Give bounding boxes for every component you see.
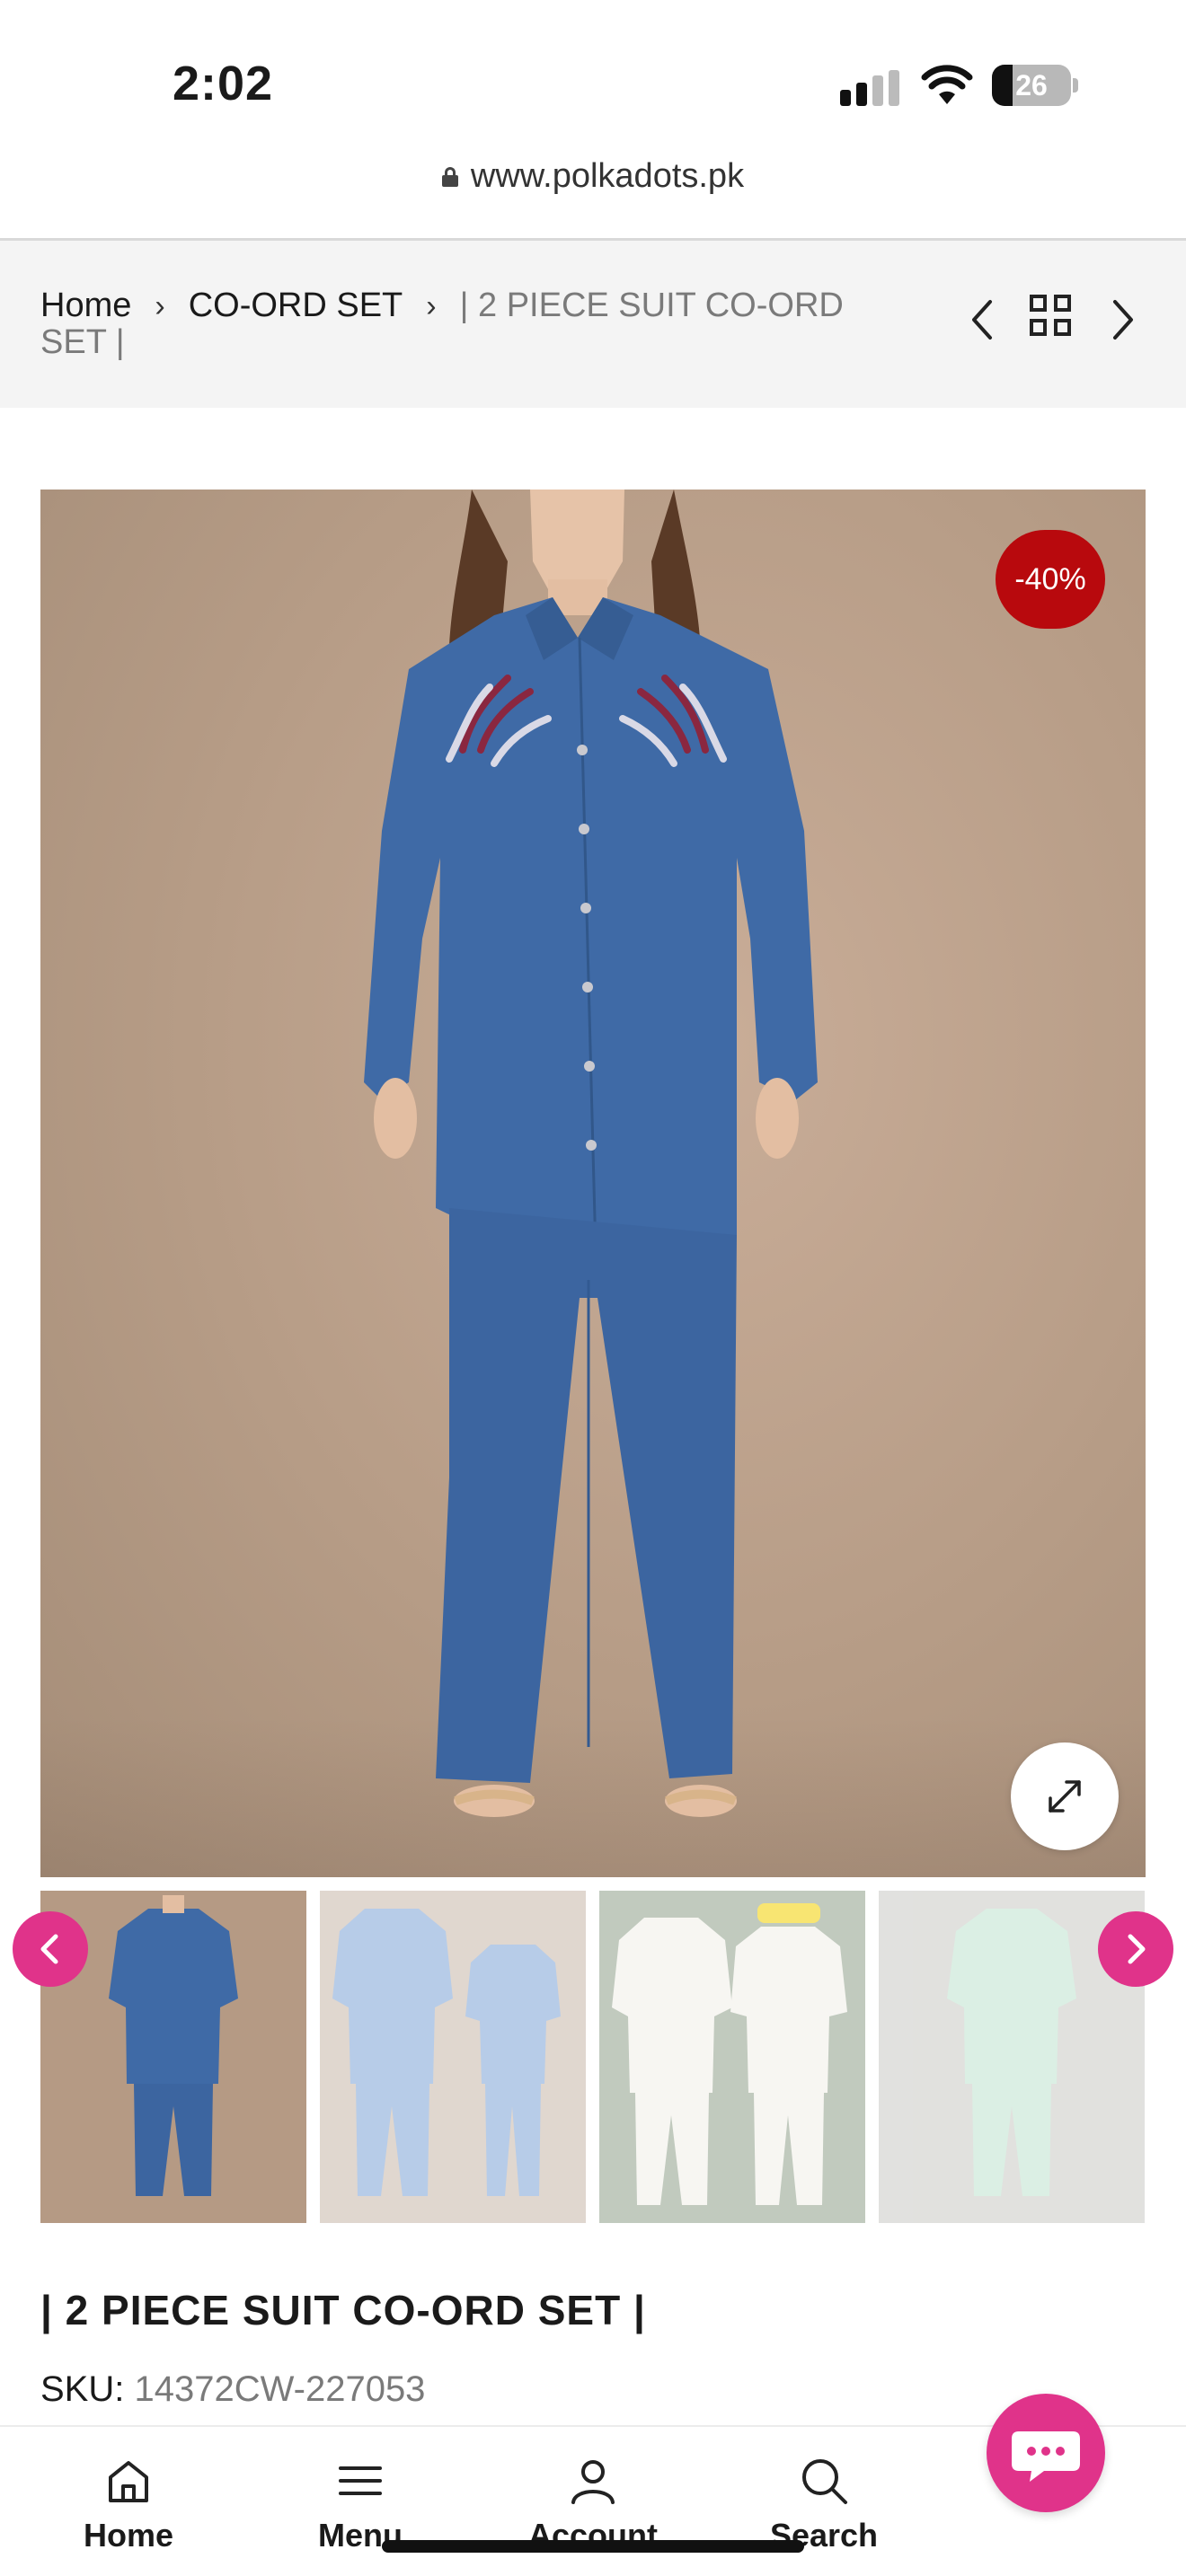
chevron-right-icon: › [155,289,165,323]
grid-view-icon[interactable] [1030,295,1073,338]
url-domain[interactable]: www.polkadots.pk [471,157,744,196]
breadcrumb-coord-set[interactable]: CO-ORD SET [189,287,403,324]
lock-icon [441,166,458,187]
thumbnail-light-blue[interactable] [320,1891,586,2223]
cellular-signal-icon [840,70,899,106]
product-main-image[interactable] [40,490,1146,1877]
chevron-right-icon [1128,1934,1146,1964]
previous-product-icon[interactable] [960,293,1005,347]
breadcrumb: Home › CO-ORD SET › | 2 PIECE SUIT CO-ORD SE… [40,287,894,360]
home-indicator [382,2540,804,2553]
breadcrumb-home[interactable]: Home [40,287,131,324]
sku-value: 14372CW-227053 [134,2369,426,2409]
chat-button[interactable] [987,2394,1105,2512]
chevron-left-icon [40,1934,58,1964]
breadcrumb-bar: Home › CO-ORD SET › | 2 PIECE SUIT CO-ORD SE… [0,241,1186,408]
battery-percent: 26 [1015,69,1048,101]
model-figure [364,490,818,1817]
thumbnail-white[interactable] [599,1891,865,2223]
thumbnail-prev-button[interactable] [13,1911,88,1987]
wifi-icon [921,65,973,104]
discount-badge: -40% [996,530,1105,629]
thumbnail-next-button[interactable] [1098,1911,1173,1987]
status-time: 2:02 [173,57,274,110]
home-icon [109,2461,148,2502]
product-title: | 2 PIECE SUIT CO-ORD SET | [40,2287,646,2333]
nav-home-label: Home [83,2517,174,2554]
status-bar: 2:02 26 [0,0,1186,135]
nav-home[interactable]: Home [39,2454,218,2554]
zoom-button[interactable] [1011,1742,1119,1850]
battery-icon: 26 [992,65,1078,106]
product-sku: SKU: 14372CW-227053 [40,2369,425,2410]
chat-bubble-icon [1012,2431,1080,2482]
search-icon [802,2459,847,2504]
url-bar[interactable]: www.polkadots.pk [0,157,1186,229]
next-product-icon[interactable] [1101,293,1146,347]
thumbnail-strip [40,1891,1146,2223]
account-icon [571,2460,615,2504]
expand-icon [1049,1780,1081,1813]
sku-label: SKU: [40,2369,125,2409]
chevron-right-icon: › [426,289,437,323]
menu-icon [339,2466,382,2495]
